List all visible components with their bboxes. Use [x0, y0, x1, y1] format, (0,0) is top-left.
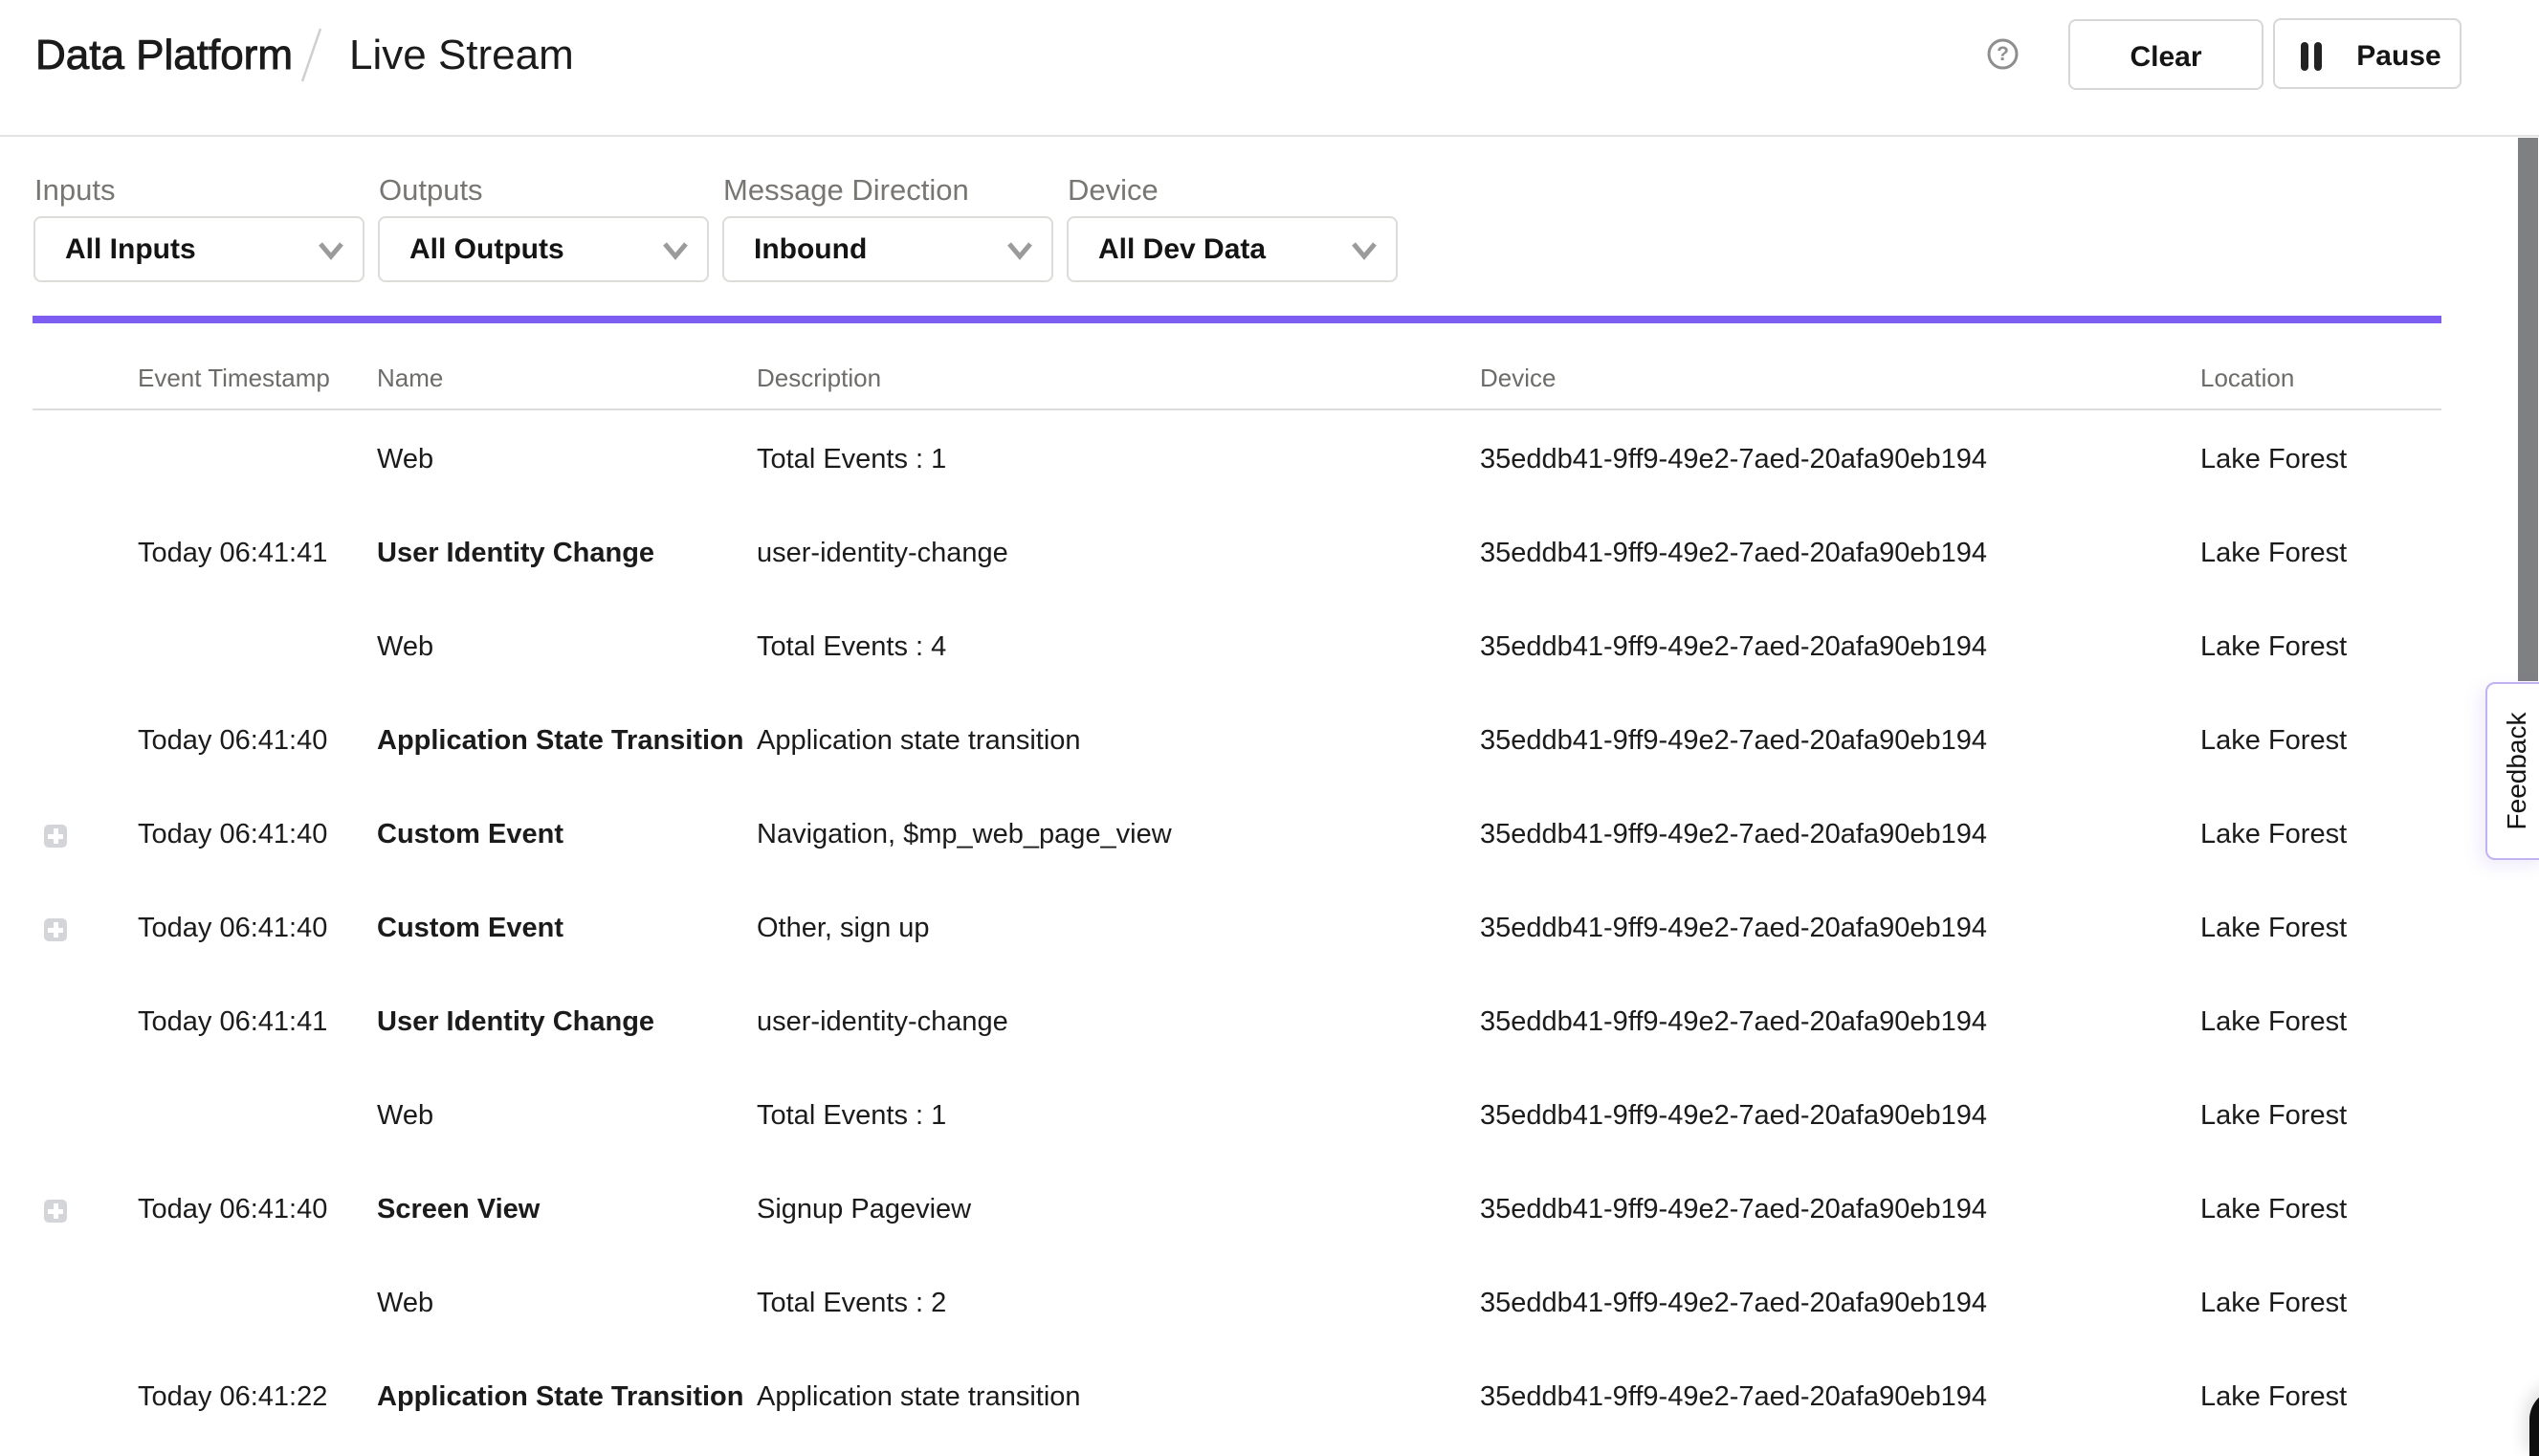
- svg-text:?: ?: [1997, 43, 2009, 65]
